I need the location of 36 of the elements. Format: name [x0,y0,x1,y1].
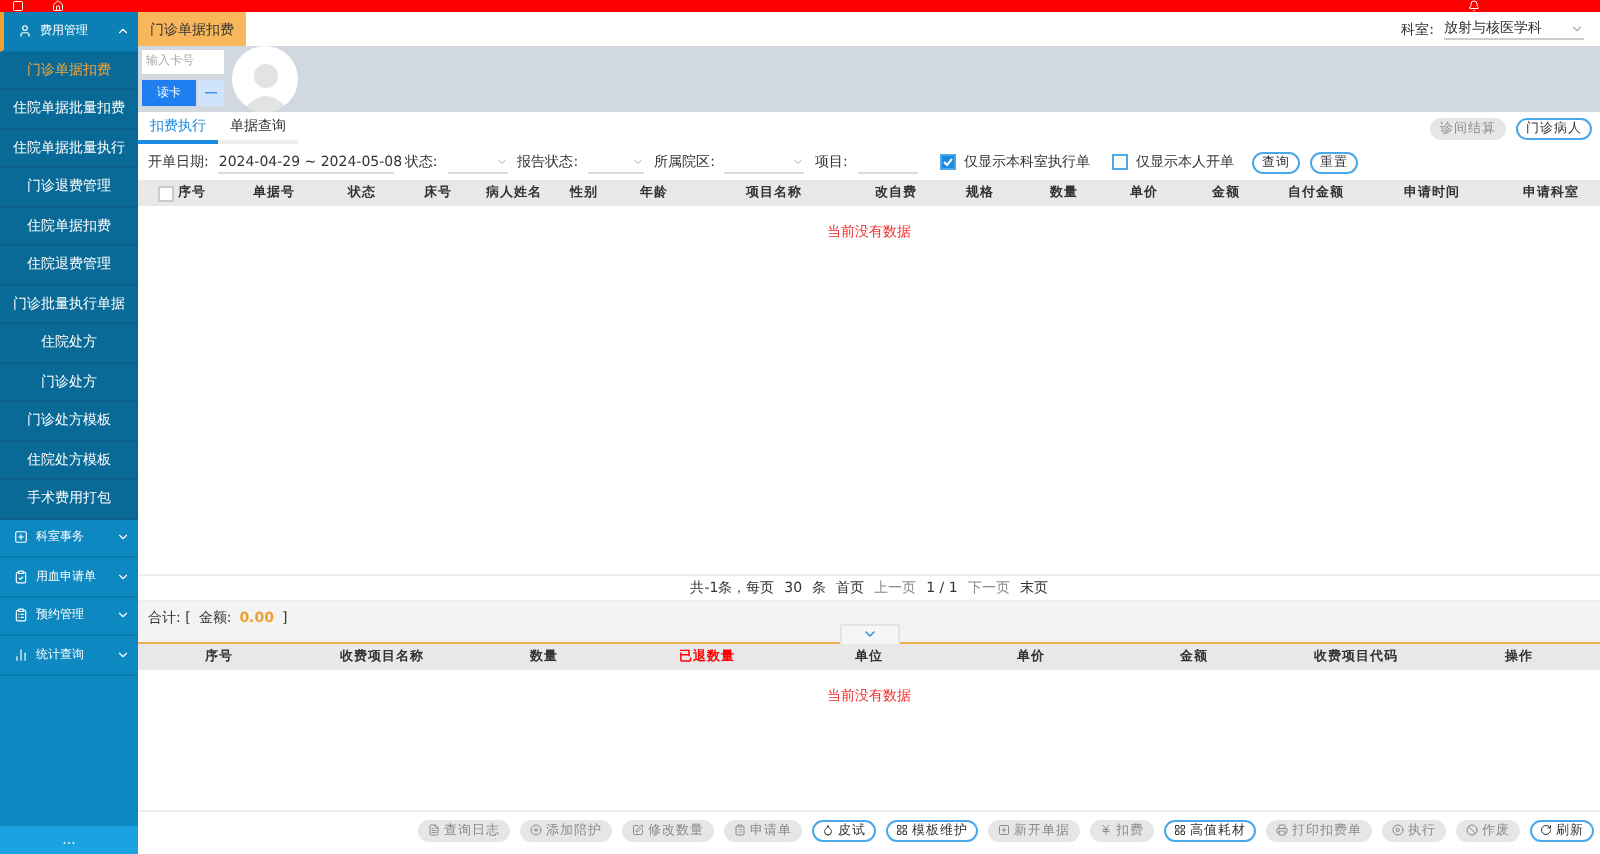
collapse-toggle[interactable] [839,624,899,644]
group-icon [14,608,28,623]
chevron-down-icon [792,155,805,167]
chevron-down-icon [632,155,645,167]
group-icon [14,569,28,584]
plus-square-icon [998,824,1010,836]
home-icon[interactable] [52,0,64,12]
chevron-down-icon [1570,21,1584,35]
chevron-down-icon [495,155,508,167]
grid-icon [1174,824,1186,836]
group-icon [14,530,28,545]
yen-icon [1100,824,1112,836]
ban-icon [1466,824,1478,836]
clipboard-icon [734,824,746,836]
chevron-down-icon [116,530,130,545]
window-icon[interactable] [12,0,24,12]
checkbox[interactable] [158,185,174,201]
play-icon [1392,824,1404,836]
group-icon [14,647,28,662]
chevron-down-icon [861,626,877,642]
plus-circle-icon [530,824,542,836]
chevron-down-icon [116,647,130,662]
group-icon [18,23,32,38]
document-icon [428,824,440,836]
edit-icon [632,824,644,836]
checkbox[interactable] [939,154,956,170]
avatar-icon [232,46,298,112]
droplet-icon [822,824,834,836]
checkbox[interactable] [1111,154,1128,170]
refresh-icon [1540,824,1552,836]
bell-icon[interactable] [1468,0,1480,12]
chevron-down-icon [116,608,130,623]
chevron-up-icon [116,23,130,38]
chevron-down-icon [116,569,130,584]
grid-icon [896,824,908,836]
printer-icon [1276,824,1288,836]
